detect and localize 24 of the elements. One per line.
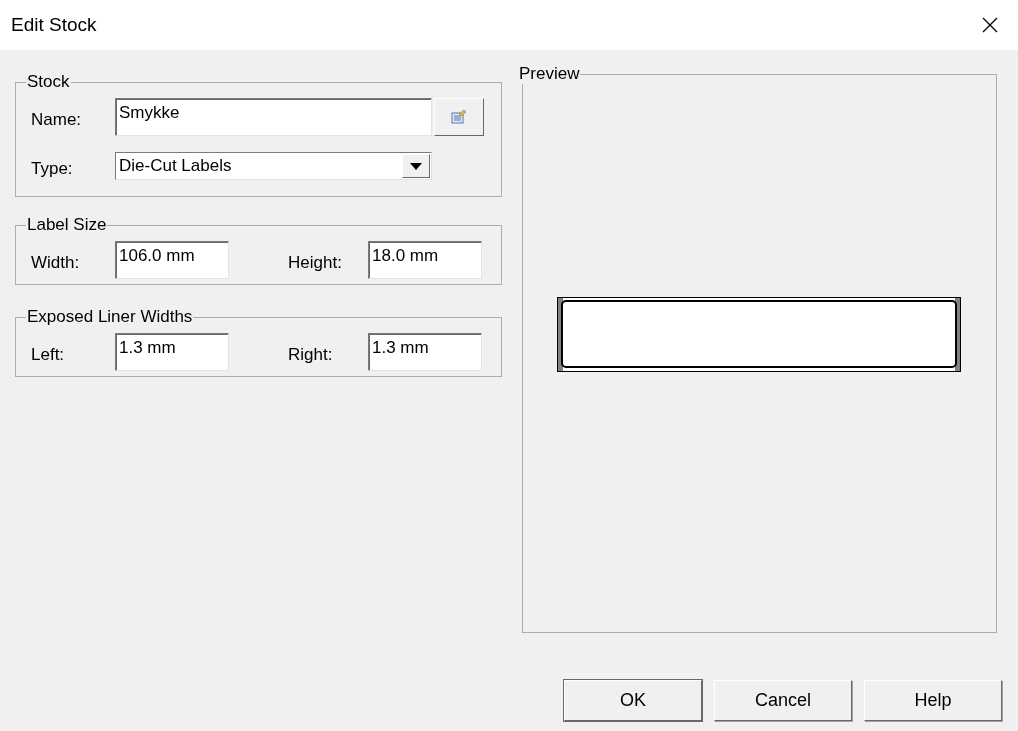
document-icon: [451, 110, 467, 124]
dialog-button[interactable]: Help: [864, 680, 1002, 721]
browse-button[interactable]: [434, 98, 484, 136]
measurement-field[interactable]: 1.3 mm: [368, 333, 482, 371]
field-label: Height:: [288, 252, 343, 273]
field-label: Width:: [31, 252, 81, 273]
measurement-field[interactable]: 106.0 mm: [115, 241, 229, 279]
field-label: Type:: [31, 158, 74, 179]
name-field[interactable]: Smykke: [115, 98, 432, 136]
group-title: Stock: [26, 72, 71, 92]
type-dropdown[interactable]: Die-Cut Labels: [115, 152, 432, 180]
group-title: Exposed Liner Widths: [26, 307, 194, 327]
field-label: Right:: [288, 344, 334, 365]
caret-icon: [410, 162, 422, 170]
close-icon[interactable]: [982, 17, 998, 33]
dialog-button[interactable]: OK: [564, 680, 702, 721]
measurement-field[interactable]: 18.0 mm: [368, 241, 482, 279]
field-label: Left:: [31, 344, 66, 365]
group-title: Label Size: [26, 215, 108, 235]
field-label: Name:: [31, 109, 83, 130]
window-title: Edit Stock: [11, 14, 97, 36]
group-title: Preview: [518, 64, 581, 84]
measurement-field[interactable]: 1.3 mm: [115, 333, 229, 371]
dialog-button[interactable]: Cancel: [714, 680, 852, 721]
